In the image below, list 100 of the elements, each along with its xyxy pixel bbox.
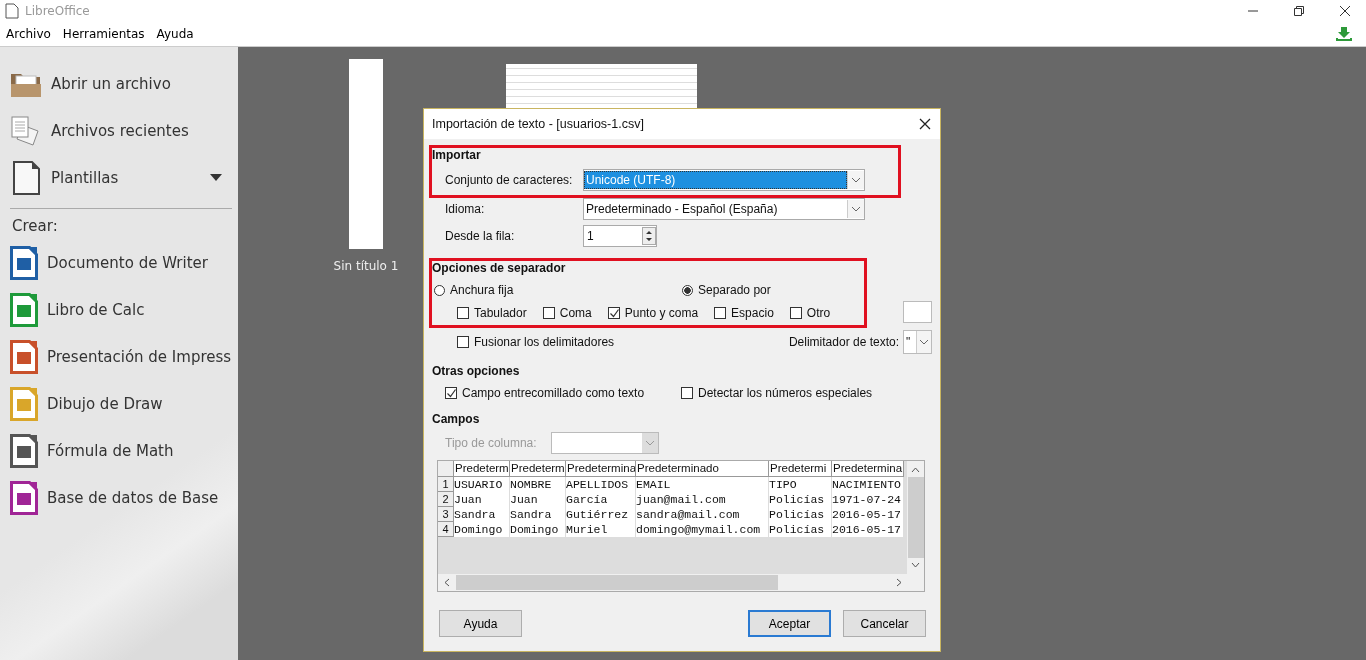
sidebar-item[interactable]: Plantillas [51,168,119,187]
table-cell: TIPO [769,477,832,492]
chevron-right-icon[interactable] [896,578,902,587]
option-label: Anchura fija [450,283,514,297]
chevron-down-icon[interactable] [911,562,920,568]
sidebar-item[interactable]: Abrir un archivo [51,74,171,93]
vertical-scrollbar[interactable] [907,461,924,574]
checkbox[interactable] [681,387,693,399]
checkbox[interactable] [607,307,620,319]
row-number: 4 [438,522,454,537]
checkbox[interactable] [789,307,802,319]
dropdown-value: Predeterminado - Español (España) [585,200,779,218]
table-cell: juan@mail.com [636,492,769,507]
table-cell: Sandra [510,507,566,522]
table-cell: NOMBRE [510,477,566,492]
table-cell: Domingo [510,522,566,537]
option-label: Fusionar los delimitadores [474,335,615,349]
text-delimiter-dropdown[interactable]: " [903,330,932,354]
checkbox[interactable] [445,387,457,399]
option-label: Separado por [698,283,771,297]
table-cell: Sandra [454,507,510,522]
dialog-button[interactable]: Cancelar [843,610,926,637]
field-label: Desde la fila: [445,228,516,243]
table-cell: 2016-05-17 [832,507,904,522]
column-header[interactable]: Predetermi [769,461,832,477]
option-label: Campo entrecomillado como texto [462,386,645,400]
dropdown-caret-icon[interactable] [210,174,222,181]
close-icon[interactable] [919,118,931,130]
restore-icon[interactable] [1293,5,1305,17]
sidebar-item[interactable]: Libro de Calc [47,300,145,319]
field-label: Tipo de columna: [445,436,538,450]
table-cell: 1971-07-24 [832,492,904,507]
app-logo-icon [5,3,19,19]
sidebar-item[interactable]: Base de datos de Base [47,488,219,507]
option-label: Punto y coma [624,306,699,320]
scrollbar-thumb[interactable] [907,477,924,558]
dialog-title: Importación de texto - [usuarios-1.csv] [432,117,644,131]
checkbox[interactable] [714,307,727,319]
sidebar-item[interactable]: Documento de Writer [47,253,208,272]
section-label: Crear: [11,217,59,235]
checkbox[interactable] [457,307,469,319]
row-number: 1 [438,477,454,492]
table-cell: García [566,492,636,507]
field-label: Delimitador de texto: [788,335,899,349]
option-label: Espacio [731,306,774,320]
table-cell: sandra@mail.com [636,507,769,522]
table-cell: Juan [510,492,566,507]
chevron-down-icon [847,199,864,218]
chevron-up-icon[interactable] [911,467,920,473]
table-cell: EMAIL [636,477,769,492]
sidebar-item[interactable]: Presentación de Impress [47,347,232,366]
table-cell: NACIMIENTO [832,477,904,492]
table-cell: Muriel [566,522,636,537]
dialog-button[interactable]: Ayuda [439,610,522,637]
dialog-button[interactable]: Aceptar [748,610,831,637]
column-header[interactable]: Predetermina [832,461,904,477]
table-cell: USUARIO [454,477,510,492]
field-label: Conjunto de caracteres: [445,172,574,187]
download-icon[interactable] [1336,27,1352,41]
option-label: Otro [806,306,831,320]
spin-arrows-icon[interactable] [642,226,656,245]
column-header[interactable]: Predeterm [510,461,566,477]
section-heading: Opciones de separador [432,261,567,277]
sidebar-item[interactable]: Archivos recientes [51,121,189,140]
column-header[interactable]: Predeterm [454,461,510,477]
sidebar-item[interactable]: Fórmula de Math [47,441,174,460]
sidebar-item[interactable]: Dibujo de Draw [47,394,163,413]
radio-button[interactable] [682,284,693,296]
scrollbar-thumb[interactable] [456,575,778,590]
checkbox[interactable] [542,307,555,319]
section-heading: Campos [432,412,481,428]
option-label: Coma [559,306,592,320]
checkbox[interactable] [457,336,469,348]
section-heading: Otras opciones [432,364,521,380]
close-icon[interactable] [1339,5,1351,17]
horizontal-scrollbar[interactable] [438,574,924,591]
table-cell: Policías [769,492,832,507]
menu-item[interactable]: Ayuda [156,27,194,41]
table-cell: APELLIDOS [566,477,636,492]
documents-icon [10,114,42,147]
document-icon [10,160,42,195]
option-label: Detectar los números especiales [698,386,873,400]
chevron-left-icon[interactable] [444,578,450,587]
menu-item[interactable]: Archivo [6,27,51,41]
language-dropdown[interactable]: Predeterminado - Español (España) [583,197,865,220]
window-title: LibreOffice [25,4,90,18]
column-header[interactable]: Predeterminado [636,461,769,477]
table-cell: Gutiérrez [566,507,636,522]
dropdown-value: Unicode (UTF-8) [584,170,847,189]
menu-item[interactable]: Herramientas [62,27,145,41]
document-thumbnail[interactable] [349,59,383,249]
section-heading: Importar [432,148,482,164]
table-cell: Juan [454,492,510,507]
other-delimiter-field[interactable] [903,301,932,323]
radio-button[interactable] [434,284,445,296]
table-cell: 2016-05-17 [832,522,904,537]
option-label: Tabulador [474,306,527,320]
row-number: 3 [438,507,454,522]
table-cell: Policías [769,522,832,537]
row-spinbox[interactable]: 1 [583,224,657,247]
